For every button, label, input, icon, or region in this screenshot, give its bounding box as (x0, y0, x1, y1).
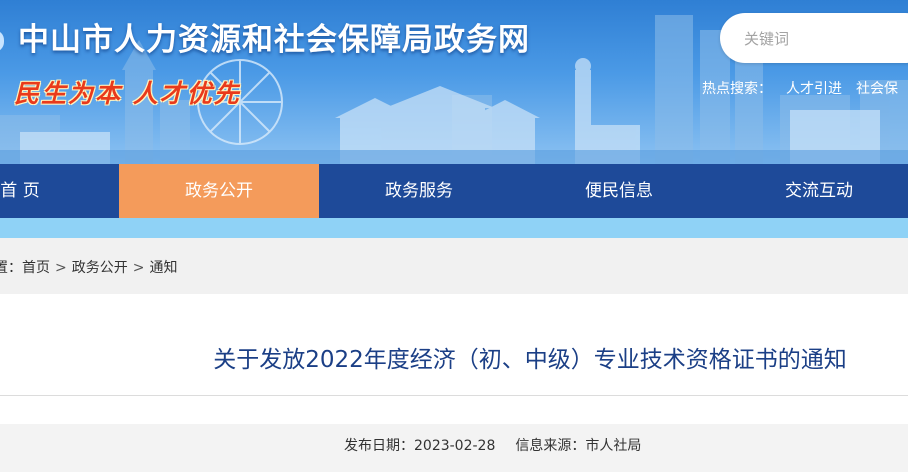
breadcrumb-government-affairs[interactable]: 政务公开 (72, 260, 128, 276)
article-meta: 发布日期：2023-02-28 信息来源：市人社局 (344, 435, 641, 455)
nav-item-convenience-info[interactable]: 便民信息 (519, 164, 719, 218)
source-label: 信息来源： (515, 438, 586, 454)
publish-date: 2023-02-28 (414, 438, 496, 454)
logo-icon (0, 30, 4, 52)
site-title: 中山市人力资源和社会保障局政务网 (0, 14, 530, 59)
breadcrumb-separator: > (55, 260, 67, 276)
nav-item-interaction[interactable]: 交流互动 (719, 164, 908, 218)
hot-keyword-talent[interactable]: 人才引进 (786, 81, 842, 97)
breadcrumb-notice[interactable]: 通知 (149, 260, 177, 276)
breadcrumb: 置：首页 > 政务公开 > 通知 (0, 257, 177, 277)
search-input[interactable] (742, 26, 908, 52)
search-box (720, 13, 908, 63)
article-meta-bar: 发布日期：2023-02-28 信息来源：市人社局 (0, 424, 908, 472)
main-nav: 首 页 政务公开 政务服务 便民信息 交流互动 (0, 164, 908, 218)
nav-item-government-affairs[interactable]: 政务公开 (119, 164, 319, 218)
article-title: 关于发放2022年度经济（初、中级）专业技术资格证书的通知 (213, 347, 847, 373)
breadcrumb-prefix: 置： (0, 260, 22, 276)
title-divider (0, 395, 908, 396)
hot-search: 热点搜索： 人才引进 社会保 (702, 78, 898, 98)
slogan: 民生为本 人才优先 (14, 79, 241, 108)
breadcrumb-bar: 置：首页 > 政务公开 > 通知 (0, 238, 908, 294)
nav-item-government-services[interactable]: 政务服务 (319, 164, 519, 218)
site-title-text: 中山市人力资源和社会保障局政务网 (18, 22, 530, 58)
header-banner: 中山市人力资源和社会保障局政务网 民生为本 人才优先 热点搜索： 人才引进社会保 (0, 0, 908, 164)
source-value: 市人社局 (585, 438, 642, 454)
nav-accent-strip (0, 218, 908, 238)
nav-item-home[interactable]: 首 页 (0, 164, 120, 218)
publish-date-label: 发布日期： (344, 438, 414, 454)
breadcrumb-home[interactable]: 首页 (22, 260, 50, 276)
breadcrumb-separator: > (132, 260, 145, 276)
hot-search-label: 热点搜索： (702, 81, 772, 97)
hot-keyword-social[interactable]: 社会保 (856, 81, 898, 97)
